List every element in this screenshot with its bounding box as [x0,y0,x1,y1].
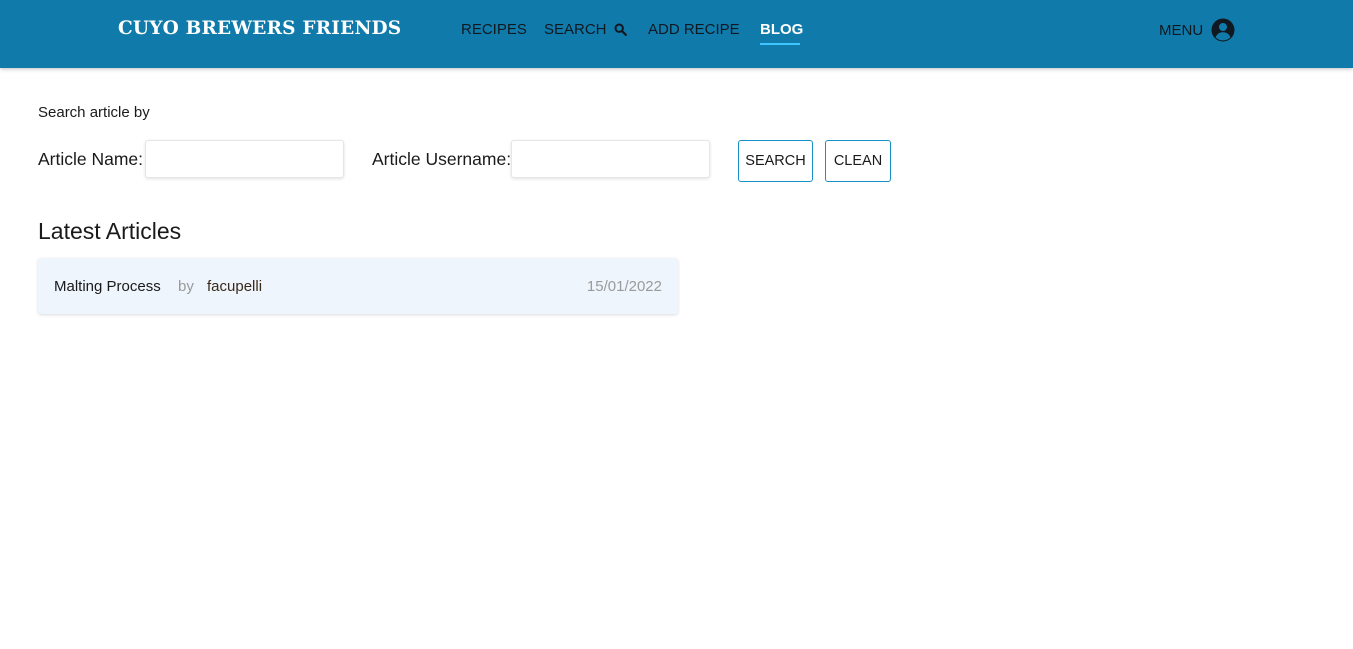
brand-logo-text[interactable]: CUYO BREWERS FRIENDS [118,18,401,39]
article-by-text: by [178,278,194,295]
article-name-label: Article Name: [38,149,144,169]
top-navbar: CUYO BREWERS FRIENDS RECIPES SEARCH ADD … [0,0,1353,68]
article-title[interactable]: Malting Process [54,278,161,295]
article-username[interactable]: facupelli [207,278,262,295]
search-icon [614,23,627,36]
latest-articles-title: Latest Articles [38,218,182,244]
article-username-label: Article Username: [372,149,512,169]
clean-button[interactable]: CLEAN [825,140,891,182]
article-card[interactable]: Malting Process by facupelli 15/01/2022 [38,258,678,314]
nav-blog-link[interactable]: BLOG [760,21,803,38]
nav-add-recipe-link[interactable]: ADD RECIPE [648,21,740,38]
nav-search-label: SEARCH [544,21,607,38]
search-button[interactable]: SEARCH [738,140,813,182]
user-menu-button[interactable]: MENU [1159,18,1235,42]
active-tab-underline [760,43,800,45]
search-caption: Search article by [38,104,150,121]
nav-search-link[interactable]: SEARCH [544,21,627,38]
article-username-input[interactable] [511,140,710,178]
menu-label: MENU [1159,21,1204,39]
article-name-input[interactable] [145,140,344,178]
account-circle-icon [1211,18,1235,42]
nav-recipes-link[interactable]: RECIPES [461,21,527,38]
article-date: 15/01/2022 [586,278,662,295]
